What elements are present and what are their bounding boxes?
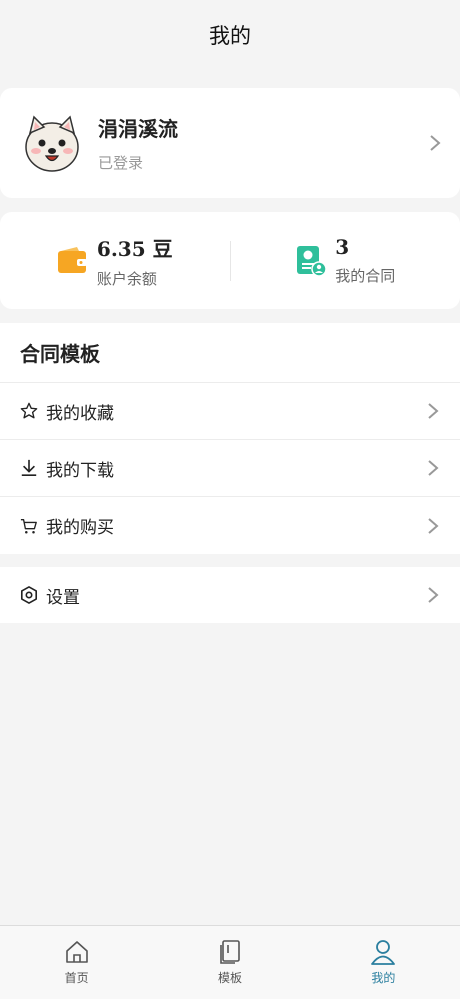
menu-item-label: 我的收藏 (46, 403, 114, 424)
login-status: 已登录 (98, 154, 144, 172)
chevron-right-icon (428, 460, 439, 476)
tab-home[interactable]: 首页 (0, 926, 153, 999)
template-icon (220, 940, 240, 964)
wallet-icon (57, 246, 87, 273)
menu-item-purchases[interactable]: 我的购买 (0, 497, 460, 554)
chevron-right-icon (430, 135, 441, 151)
stats-card: 6.35 豆 账户余额 3 我的合同 (0, 212, 460, 309)
section-title: 合同模板 (0, 323, 460, 383)
user-icon (371, 940, 396, 965)
menu-item-label: 我的下载 (46, 460, 114, 481)
contracts-label: 我的合同 (335, 267, 396, 285)
balance-label: 账户余额 (96, 269, 157, 288)
profile-name: 涓涓溪流 (98, 117, 178, 141)
download-icon (21, 459, 37, 477)
tab-label: 首页 (64, 971, 89, 985)
menu-item-label: 我的购买 (46, 518, 114, 538)
page-header: 我的 (0, 0, 460, 70)
cart-icon (20, 518, 37, 534)
tab-mine[interactable]: 我的 (307, 926, 460, 999)
contracts-stat[interactable]: 3 我的合同 (231, 235, 460, 286)
settings-hex-icon (20, 586, 38, 604)
star-icon (20, 402, 38, 419)
chevron-right-icon (428, 587, 439, 603)
contract-icon (297, 245, 327, 277)
chevron-right-icon (428, 403, 439, 419)
tab-label: 我的 (371, 971, 396, 985)
menu-item-label: 设置 (46, 587, 80, 608)
tab-templates[interactable]: 模板 (153, 926, 306, 999)
contracts-count: 3 (335, 235, 350, 259)
menu-item-favorites[interactable]: 我的收藏 (0, 383, 460, 440)
tab-bar: 首页 模板 我的 (0, 925, 460, 999)
home-icon (65, 941, 88, 963)
menu-item-downloads[interactable]: 我的下载 (0, 440, 460, 497)
avatar[interactable] (20, 111, 84, 175)
page-title: 我的 (209, 24, 251, 48)
profile-card[interactable]: 涓涓溪流 已登录 (0, 88, 460, 198)
chevron-right-icon (428, 517, 439, 534)
templates-section: 合同模板 我的收藏 我的下载 我的购买 (0, 323, 460, 554)
menu-item-settings[interactable]: 设置 (0, 567, 460, 623)
settings-section: 设置 (0, 567, 460, 623)
balance-stat[interactable]: 6.35 豆 账户余额 (0, 233, 230, 289)
balance-value: 6.35 豆 (96, 236, 173, 261)
tab-label: 模板 (217, 971, 242, 985)
